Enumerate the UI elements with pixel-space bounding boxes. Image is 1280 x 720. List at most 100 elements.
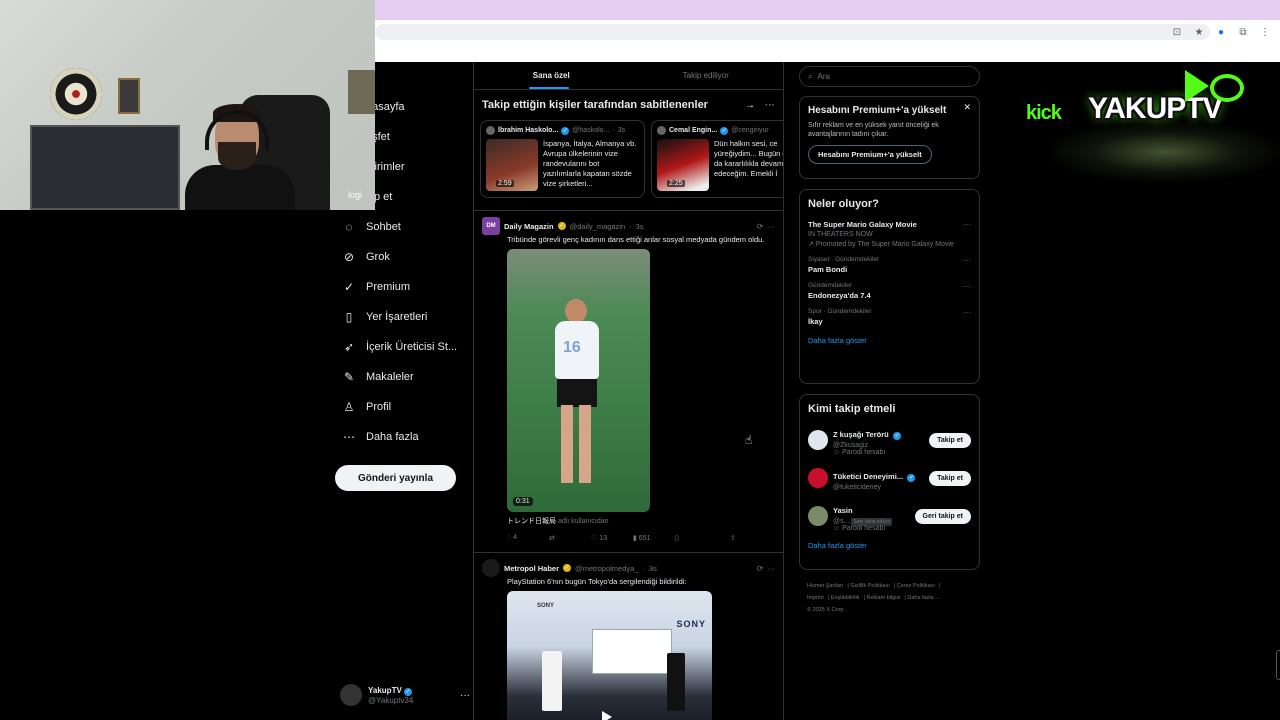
retweet-button[interactable]: ⇄ [549, 534, 591, 542]
trend-category: Siyaset · Gündemdekiler [808, 256, 880, 263]
trend-item[interactable]: The Super Mario Galaxy Movie IN THEATERS… [808, 220, 971, 248]
install-icon[interactable]: ⊡ [1170, 27, 1184, 38]
brand-logo: SONY [537, 603, 555, 609]
more-icon[interactable]: ··· [768, 222, 776, 231]
trend-item[interactable]: Gündemdekiler Endonezya'da 7.4 ··· [808, 282, 971, 300]
nav-label: Yer İşaretleri [366, 311, 428, 323]
footer-link[interactable]: Erişilebilirlik [831, 595, 860, 601]
more-icon[interactable]: ··· [768, 564, 776, 573]
trend-title: The Super Mario Galaxy Movie [808, 220, 917, 229]
author-name: Daily Magazin [504, 221, 554, 231]
author-handle: @daily_magazin [569, 221, 626, 231]
nav-label: Profil [366, 401, 392, 413]
verified-icon: ✓ [563, 564, 572, 572]
pinned-card[interactable]: Cemal Engin... ✓ @cenginyur 2:25 Dün hal… [651, 120, 783, 198]
reply-button[interactable]: ◌ 4 [507, 534, 549, 542]
article-icon: ✎ [343, 370, 355, 384]
more-icon[interactable]: ··· [963, 256, 971, 265]
more-icon[interactable]: ··· [963, 282, 971, 291]
premium-upgrade-button[interactable]: Hesabını Premium+'a yükselt [808, 145, 932, 164]
more-icon[interactable]: ··· [963, 308, 971, 317]
close-icon[interactable]: ✕ [963, 102, 971, 113]
source-account[interactable]: トレンド日報局 [507, 518, 556, 525]
video-player[interactable]: 16 0:31 [507, 249, 650, 512]
author-handle: @metropolmedya_ [575, 563, 639, 573]
footer-link[interactable]: Reklam bilgisi [866, 595, 900, 601]
premium-icon: ✓ [343, 280, 355, 294]
views-button[interactable]: ▮ 651 [633, 534, 675, 542]
tab-for-you[interactable]: Sana özel [474, 62, 629, 89]
who-title: Kimi takip etmeli [808, 403, 896, 415]
avatar: DM [482, 217, 500, 235]
more-icon[interactable]: ··· [765, 100, 775, 111]
video-thumbnail[interactable]: 2:59 [486, 139, 538, 191]
grok-icon[interactable]: ⟳ [757, 564, 764, 573]
premium-title: Hesabını Premium+'a yükselt [808, 105, 947, 116]
avatar [808, 430, 828, 450]
nav-profile[interactable]: ♙ Profil [330, 392, 470, 422]
follow-back-button[interactable]: Geri takip et [914, 508, 971, 524]
account-handle: @Yakuptv34 [368, 695, 414, 705]
footer-links: Hizmet Şartları | Gizlilik Politikası | Çe… [807, 583, 941, 613]
author-name: Cemal Engin... [669, 127, 718, 134]
nav-articles[interactable]: ✎ Makaleler [330, 362, 470, 392]
pinned-card[interactable]: İbrahim Haskolo... ✓ @haskolo... · 3s 2:… [480, 120, 645, 198]
footer-link[interactable]: Imprint [807, 595, 824, 601]
more-icon[interactable]: ··· [460, 690, 470, 701]
arrow-right-icon[interactable]: → [745, 100, 755, 111]
nav-more[interactable]: ⋯ Daha fazla [330, 422, 470, 452]
dartboard-image [50, 68, 102, 120]
search-input[interactable]: ⌕ Ara [799, 66, 980, 87]
tweet[interactable]: DM Daily Magazin ✓ @daily_magazin · 3s ⟳… [474, 210, 783, 548]
play-icon [1185, 70, 1209, 102]
post-button[interactable]: Gönderi yayınla [335, 465, 456, 491]
profile-icon[interactable]: ● [1214, 27, 1228, 38]
promo-icon: ↗ [808, 241, 814, 248]
follow-button[interactable]: Takip et [929, 470, 971, 486]
grok-icon[interactable]: ⟳ [757, 222, 764, 231]
play-icon[interactable] [602, 711, 612, 720]
jersey-number: 16 [563, 339, 581, 356]
bookmark-icon: ▯ [345, 310, 353, 324]
view-count: 651 [638, 535, 651, 542]
suggested-account[interactable]: Z kuşağı Terörü ✓ @Zkusagiz ☺ Parodi hes… [808, 425, 971, 456]
more-icon[interactable]: ··· [963, 220, 971, 229]
trend-item[interactable]: Siyaset · Gündemdekiler Pam Bondi ··· [808, 256, 971, 274]
suggested-account[interactable]: Tüketici Deneyimi... ✓ @tuketicideney Ta… [808, 463, 971, 493]
parody-icon: ☺ [833, 525, 841, 532]
like-button[interactable]: ♡ 13 [591, 534, 633, 542]
tweet[interactable]: Metropol Haber ✓ @metropolmedya_ · 3s ⟳ … [474, 552, 783, 720]
account-name: Z kuşağı Terörü [833, 430, 889, 439]
mouse-cursor-icon: ☝ [745, 433, 753, 447]
footer-link[interactable]: Daha fazla ... [907, 595, 939, 601]
footer-link[interactable]: Gizlilik Politikası [850, 583, 889, 589]
nav-creator-studio[interactable]: ➶ İçerik Üreticisi St... [330, 332, 470, 362]
parody-icon: ☺ [833, 449, 841, 456]
address-bar[interactable] [375, 24, 1210, 40]
verified-icon: ✓ [561, 126, 570, 135]
nav-grok[interactable]: ⊘ Grok [330, 242, 470, 272]
share-icon[interactable]: ⇧ [730, 534, 775, 542]
video-thumbnail[interactable]: 2:25 [657, 139, 709, 191]
video-player[interactable]: SONY SONY [507, 591, 712, 720]
suggested-account[interactable]: Yasin @s... Seni takip ediyor ☺ Parodi h… [808, 501, 971, 532]
extensions-icon[interactable]: ⧉ [1236, 27, 1250, 38]
nav-premium[interactable]: ✓ Premium [330, 272, 470, 302]
footer-link[interactable]: Hizmet Şartları [807, 583, 843, 589]
footer-link[interactable]: Çerez Politikası [897, 583, 935, 589]
nav-bookmarks[interactable]: ▯ Yer İşaretleri [330, 302, 470, 332]
trend-item[interactable]: Spor · Gündemdekiler İkay ··· [808, 308, 971, 326]
tab-following[interactable]: Takip ediliyor [629, 62, 784, 89]
bookmark-icon[interactable]: ▯ [675, 534, 720, 542]
video-frame: 16 [547, 299, 607, 489]
account-switcher[interactable]: YakupTV ✓ @Yakuptv34 ··· [340, 684, 470, 706]
parody-label: ☺ Parodi hesabı [833, 525, 886, 532]
post-time: 3s [617, 127, 626, 134]
who-show-more-link[interactable]: Daha fazla göster [808, 541, 971, 550]
trends-show-more-link[interactable]: Daha fazla göster [808, 336, 971, 345]
follow-button[interactable]: Takip et [929, 432, 971, 448]
nav-chat[interactable]: ◌ Sohbet [330, 212, 470, 242]
tabs-icon[interactable]: ⋮ [1258, 27, 1272, 38]
star-icon[interactable]: ★ [1192, 27, 1206, 38]
scrollbar-handle[interactable] [1276, 650, 1280, 680]
